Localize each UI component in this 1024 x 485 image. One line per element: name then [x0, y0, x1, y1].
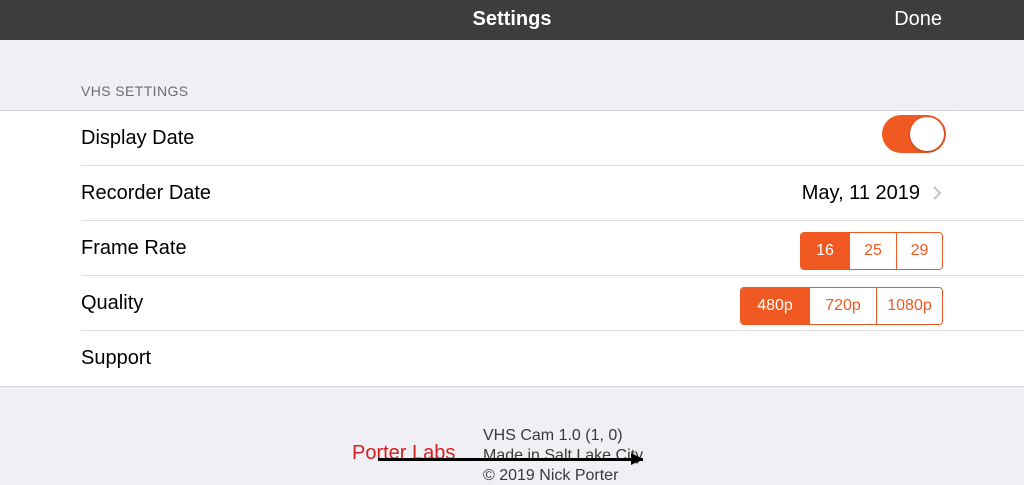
app-version-text: VHS Cam 1.0 (1, 0) [483, 427, 623, 444]
row-frame-rate: Frame Rate 16 25 29 [0, 221, 1024, 276]
row-quality: Quality 480p 720p 1080p [0, 276, 1024, 331]
support-label: Support [81, 347, 152, 369]
logo-strike-bar [378, 458, 643, 461]
recorder-date-value: May, 11 2019 [801, 182, 920, 204]
quality-segmented-control: 480p 720p 1080p [740, 287, 943, 325]
section-header: VHS SETTINGS [81, 83, 189, 99]
made-in-text: Made in Salt Lake City [483, 447, 644, 464]
frame-rate-segmented-control: 16 25 29 [800, 232, 943, 270]
recorder-date-label: Recorder Date [81, 182, 212, 204]
porter-labs-logo: Porter Labs [352, 442, 456, 464]
quality-option-1080p[interactable]: 1080p [876, 288, 942, 324]
copyright-text: © 2019 Nick Porter [483, 467, 619, 484]
row-display-date: Display Date [0, 111, 1024, 166]
display-date-toggle[interactable] [882, 115, 946, 153]
frame-rate-option-25[interactable]: 25 [849, 233, 896, 269]
quality-option-480p[interactable]: 480p [741, 288, 809, 324]
nav-title: Settings [472, 8, 552, 30]
row-support[interactable]: Support [0, 331, 1024, 386]
frame-rate-option-16[interactable]: 16 [801, 233, 849, 269]
navigation-bar: Settings Done [0, 0, 1024, 40]
chevron-right-icon [933, 186, 942, 200]
done-button[interactable]: Done [894, 0, 942, 40]
logo-arrow-icon [631, 453, 643, 465]
display-date-label: Display Date [81, 127, 195, 149]
row-recorder-date[interactable]: Recorder Date May, 11 2019 [0, 166, 1024, 221]
frame-rate-option-29[interactable]: 29 [896, 233, 942, 269]
quality-option-720p[interactable]: 720p [809, 288, 876, 324]
frame-rate-label: Frame Rate [81, 237, 187, 259]
toggle-knob [910, 117, 944, 151]
settings-table: Display Date Recorder Date May, 11 2019 … [0, 110, 1024, 387]
quality-label: Quality [81, 292, 144, 314]
